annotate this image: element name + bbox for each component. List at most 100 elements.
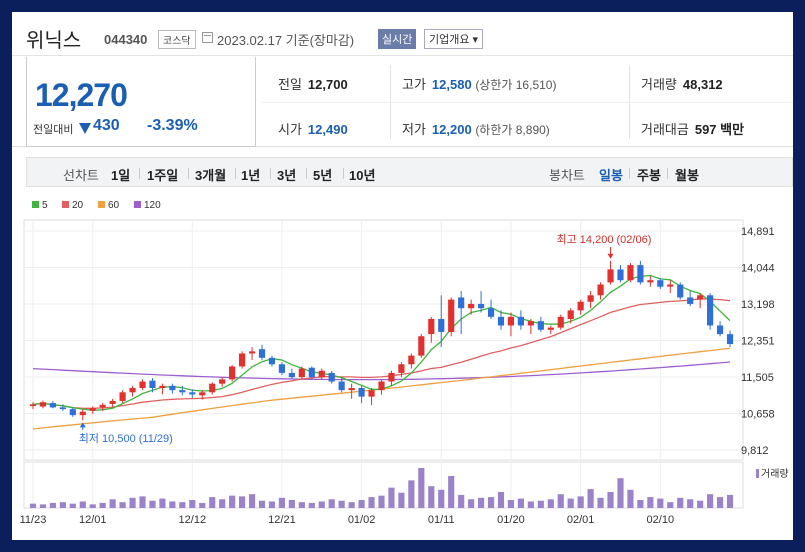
volume-bar — [338, 500, 345, 508]
candle-body — [298, 368, 305, 378]
y-tick-label: 12,351 — [741, 336, 775, 348]
candle-body — [537, 321, 544, 330]
volume-bar — [537, 500, 544, 508]
candle-body — [507, 316, 515, 326]
candle-body — [487, 308, 495, 317]
y-tick-label: 9,812 — [741, 445, 769, 457]
candle-body — [338, 381, 345, 391]
volume-bar — [318, 501, 325, 508]
volume-bar — [667, 502, 674, 508]
candle-body — [149, 380, 156, 388]
volume-bar — [189, 500, 196, 508]
volume-bar — [39, 504, 47, 508]
volume-bar — [358, 500, 365, 508]
candle-body — [59, 407, 66, 410]
candle-body — [438, 319, 445, 332]
candle-body — [667, 284, 674, 287]
volume-bar — [677, 497, 684, 508]
volume-bar — [69, 503, 76, 508]
volume-bar — [99, 502, 106, 508]
candle-body — [49, 403, 56, 408]
volume-bar — [477, 497, 485, 508]
candle-body — [597, 284, 604, 296]
candle-body — [129, 387, 136, 393]
volume-bar — [268, 501, 276, 508]
y-tick-label: 14,891 — [741, 226, 775, 238]
volume-bar — [697, 500, 704, 508]
volume-bar — [448, 476, 455, 508]
y-tick-label: 10,658 — [741, 409, 775, 421]
candle-body — [716, 325, 724, 335]
volume-bar — [388, 487, 395, 508]
candle-body — [239, 353, 246, 367]
volume-bar — [557, 494, 564, 508]
x-tick-label: 01/11 — [428, 514, 455, 526]
candle-body — [119, 392, 126, 401]
volume-bar — [607, 492, 614, 508]
candle-body — [647, 280, 654, 283]
candle-body — [577, 301, 584, 311]
candle-body — [418, 336, 425, 356]
candle-body — [527, 321, 534, 326]
candle-body — [39, 402, 47, 407]
volume-bar — [129, 497, 136, 508]
candle-body — [199, 392, 206, 396]
volume-bar — [507, 500, 515, 508]
volume-bar — [726, 494, 734, 508]
candle-body — [79, 411, 86, 416]
volume-bar — [209, 497, 216, 508]
volume-bar — [497, 492, 505, 508]
x-tick-label: 11/23 — [20, 514, 47, 526]
volume-bar — [398, 492, 405, 508]
low-annotation: 최저 10,500 (11/29) — [79, 432, 173, 445]
volume-bar — [298, 502, 305, 508]
volume-bar — [139, 496, 146, 508]
x-tick-label: 01/02 — [348, 514, 376, 526]
candle-body — [89, 408, 96, 411]
volume-bar — [328, 499, 335, 508]
y-tick-label: 11,505 — [741, 372, 774, 384]
candlestick-chart[interactable]: 14,891 14,044 13,198 12,351 11,505 10,658 9,81… — [0, 0, 805, 552]
candle-body — [109, 400, 116, 404]
volume-bar — [288, 500, 295, 508]
volume-bar — [617, 478, 624, 508]
candle-body — [278, 364, 286, 373]
candle-body — [229, 366, 236, 380]
volume-bar — [637, 500, 644, 508]
candle-body — [477, 303, 485, 309]
volume-bar — [567, 498, 574, 508]
y-tick-label: 14,044 — [741, 263, 775, 275]
candle-body — [318, 370, 325, 378]
candle-body — [448, 299, 455, 332]
x-tick-label: 12/21 — [268, 514, 296, 526]
volume-legend-swatch — [756, 469, 759, 478]
candle-body — [179, 390, 186, 393]
volume-bar — [657, 498, 664, 508]
volume-bar — [597, 497, 604, 508]
candle-body — [587, 295, 594, 302]
high-annotation: 최고 14,200 (02/06) — [557, 233, 652, 246]
candle-body — [707, 295, 714, 326]
candle-body — [557, 316, 564, 328]
volume-bar — [627, 489, 634, 508]
candle-body — [687, 297, 694, 304]
volume-bar — [587, 489, 594, 508]
candle-body — [69, 409, 76, 416]
candle-body — [209, 383, 216, 393]
candle-body — [657, 280, 664, 287]
volume-bar — [487, 497, 495, 508]
volume-bar — [278, 497, 286, 508]
candle-body — [189, 392, 196, 395]
candle-body — [169, 385, 176, 391]
volume-bar — [159, 498, 166, 508]
volume-bar — [229, 495, 236, 508]
volume-bar — [219, 499, 226, 508]
x-tick-label: 12/12 — [179, 514, 207, 526]
candle-body — [378, 381, 385, 391]
volume-bar — [258, 500, 266, 508]
candle-body — [99, 404, 106, 408]
volume-bar — [348, 502, 355, 508]
candle-body — [677, 284, 684, 298]
candle-body — [617, 269, 624, 281]
volume-bar — [79, 501, 86, 508]
